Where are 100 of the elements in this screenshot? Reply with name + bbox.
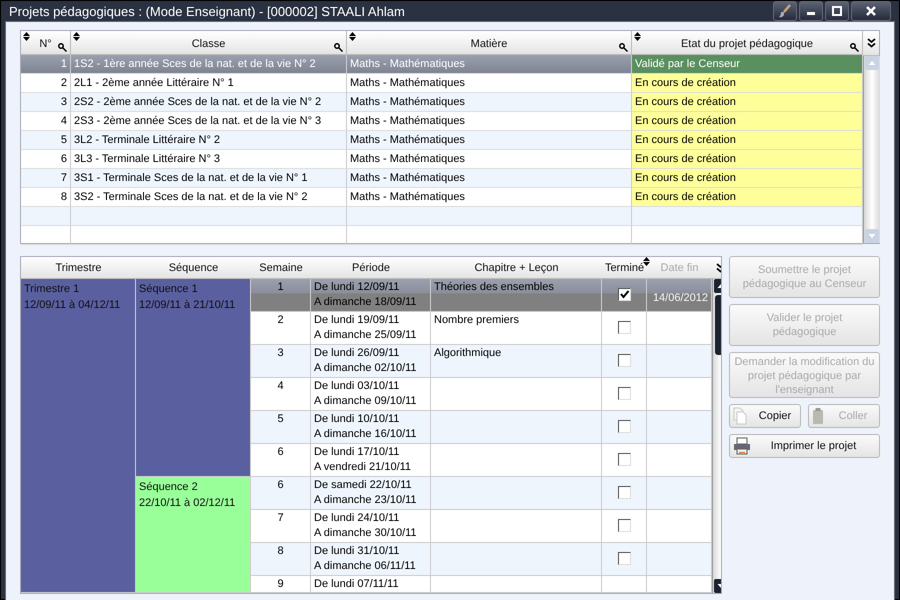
table-cell: 7 bbox=[21, 169, 71, 188]
column-label: Semaine bbox=[259, 262, 303, 274]
column-header[interactable]: Chapitre + Leçon bbox=[431, 257, 602, 279]
column-label: Période bbox=[352, 262, 390, 274]
chapter-cell: Théories des ensembles bbox=[431, 279, 602, 312]
period-start: De lundi 03/10/11 bbox=[314, 379, 400, 394]
column-header[interactable]: Trimestre bbox=[21, 257, 136, 279]
table-cell: Maths - Mathématiques bbox=[347, 169, 632, 188]
column-header[interactable]: N° bbox=[21, 31, 71, 55]
date-cell: 14/06/2012 bbox=[647, 279, 712, 312]
sort-icon bbox=[23, 32, 30, 41]
table-cell: Maths - Mathématiques bbox=[347, 131, 632, 150]
table-cell: Maths - Mathématiques bbox=[347, 55, 632, 74]
week-cell: 8 bbox=[251, 543, 311, 576]
printer-icon bbox=[733, 437, 751, 455]
status-cell: En cours de création bbox=[632, 188, 863, 207]
sort-icon bbox=[349, 32, 356, 41]
close-icon bbox=[866, 6, 876, 16]
checkbox[interactable] bbox=[618, 354, 630, 367]
sequence-title: Séquence 1 bbox=[139, 282, 199, 297]
column-label: Etat du projet pédagogique bbox=[680, 38, 814, 50]
trimester-dates: 12/09/11 à 04/12/11 bbox=[24, 298, 122, 313]
period-start: De lundi 12/09/11 bbox=[314, 280, 400, 295]
brush-icon bbox=[778, 4, 792, 18]
column-header[interactable]: Etat du projet pédagogique bbox=[632, 31, 863, 55]
sort-icon bbox=[643, 257, 650, 266]
week-cell: 9 bbox=[251, 576, 311, 593]
period-start: De lundi 10/10/11 bbox=[314, 412, 400, 427]
period-start: De lundi 19/09/11 bbox=[314, 313, 400, 328]
column-label: Terminé bbox=[604, 262, 644, 274]
search-icon bbox=[850, 43, 859, 52]
status-cell: En cours de création bbox=[632, 131, 863, 150]
sort-icon bbox=[73, 32, 80, 41]
sequence-dates: 12/09/11 à 21/10/11 bbox=[139, 298, 236, 313]
column-label: Chapitre + Leçon bbox=[474, 262, 559, 274]
period-end: A dimanche 30/10/11 bbox=[314, 526, 418, 541]
maximize-button[interactable] bbox=[825, 1, 849, 21]
period-start: De lundi 31/10/11 bbox=[314, 544, 400, 559]
status-cell: Validé par le Censeur bbox=[632, 55, 863, 74]
period-start: De lundi 07/11/11 bbox=[314, 577, 400, 592]
checkbox[interactable] bbox=[618, 486, 630, 499]
period-end: A dimanche 23/10/11 bbox=[314, 493, 418, 508]
brush-button[interactable] bbox=[773, 1, 797, 21]
close-button[interactable] bbox=[851, 1, 891, 21]
week-cell: 5 bbox=[251, 411, 311, 444]
column-label: N° bbox=[39, 38, 52, 50]
table-cell: 5 bbox=[21, 131, 71, 150]
table-cell bbox=[21, 226, 71, 245]
print-button[interactable]: Imprimer le projet bbox=[729, 434, 880, 458]
column-header[interactable]: Matière bbox=[347, 31, 632, 55]
table-cell: 1S2 - 1ère année Sces de la nat. et de la vie N° 2 bbox=[71, 55, 347, 74]
period-start: De lundi 26/09/11 bbox=[314, 346, 400, 361]
sequence-dates: 22/10/11 à 02/12/11 bbox=[139, 496, 236, 511]
checkbox[interactable] bbox=[618, 420, 630, 433]
trimester-title: Trimestre 1 bbox=[24, 282, 80, 297]
table-cell: 2S2 - 2ème année Sces de la nat. et de la vie N° 2 bbox=[71, 93, 347, 112]
checkbox[interactable] bbox=[618, 387, 630, 400]
column-label: Date fin bbox=[660, 262, 698, 274]
search-icon bbox=[619, 43, 628, 52]
column-header[interactable]: Terminé bbox=[602, 257, 647, 279]
checkbox[interactable] bbox=[618, 453, 630, 466]
column-label: Matière bbox=[470, 38, 508, 50]
minimize-button[interactable] bbox=[799, 1, 823, 21]
period-end: A dimanche 25/09/11 bbox=[314, 328, 418, 343]
column-header[interactable]: Période bbox=[311, 257, 431, 279]
chapter-cell: Algorithmique bbox=[431, 345, 602, 378]
checkbox[interactable] bbox=[618, 552, 630, 565]
checkbox[interactable] bbox=[618, 288, 630, 301]
status-cell: En cours de création bbox=[632, 112, 863, 131]
table-cell: 3 bbox=[21, 93, 71, 112]
maximize-icon bbox=[832, 6, 842, 16]
status-cell: En cours de création bbox=[632, 169, 863, 188]
copy-icon bbox=[733, 407, 747, 425]
sequence-title: Séquence 2 bbox=[139, 480, 199, 495]
window-title: Projets pédagogiques : (Mode Enseignant) - [000002] STAALI Ahlam bbox=[8, 4, 406, 18]
column-header[interactable]: Semaine bbox=[251, 257, 311, 279]
status-cell: En cours de création bbox=[632, 93, 863, 112]
week-cell: 1 bbox=[251, 279, 311, 312]
search-icon bbox=[334, 43, 343, 52]
table-cell: 3L2 - Terminale Littéraire N° 2 bbox=[71, 131, 347, 150]
period-end: A dimanche 18/09/11 bbox=[314, 295, 418, 310]
column-label: Classe bbox=[192, 38, 226, 50]
checkbox[interactable] bbox=[618, 519, 630, 532]
column-header[interactable]: Classe bbox=[71, 31, 347, 55]
week-cell: 3 bbox=[251, 345, 311, 378]
week-cell: 6 bbox=[251, 477, 311, 510]
period-end: A dimanche 02/10/11 bbox=[314, 361, 418, 376]
column-header[interactable]: Séquence bbox=[136, 257, 251, 279]
checkbox[interactable] bbox=[618, 321, 630, 334]
period-end: A vendredi 21/10/11 bbox=[314, 460, 412, 475]
copy-button[interactable]: Copier bbox=[729, 404, 801, 428]
period-start: De samedi 22/10/11 bbox=[314, 478, 413, 493]
column-label: Trimestre bbox=[55, 262, 102, 274]
chevron-icon bbox=[866, 38, 876, 48]
table-cell bbox=[21, 207, 71, 226]
table-cell: Maths - Mathématiques bbox=[347, 93, 632, 112]
period-start: De lundi 17/10/11 bbox=[314, 445, 400, 460]
status-cell: En cours de création bbox=[632, 74, 863, 93]
check-icon bbox=[618, 289, 630, 300]
scrollbar[interactable] bbox=[863, 56, 880, 243]
